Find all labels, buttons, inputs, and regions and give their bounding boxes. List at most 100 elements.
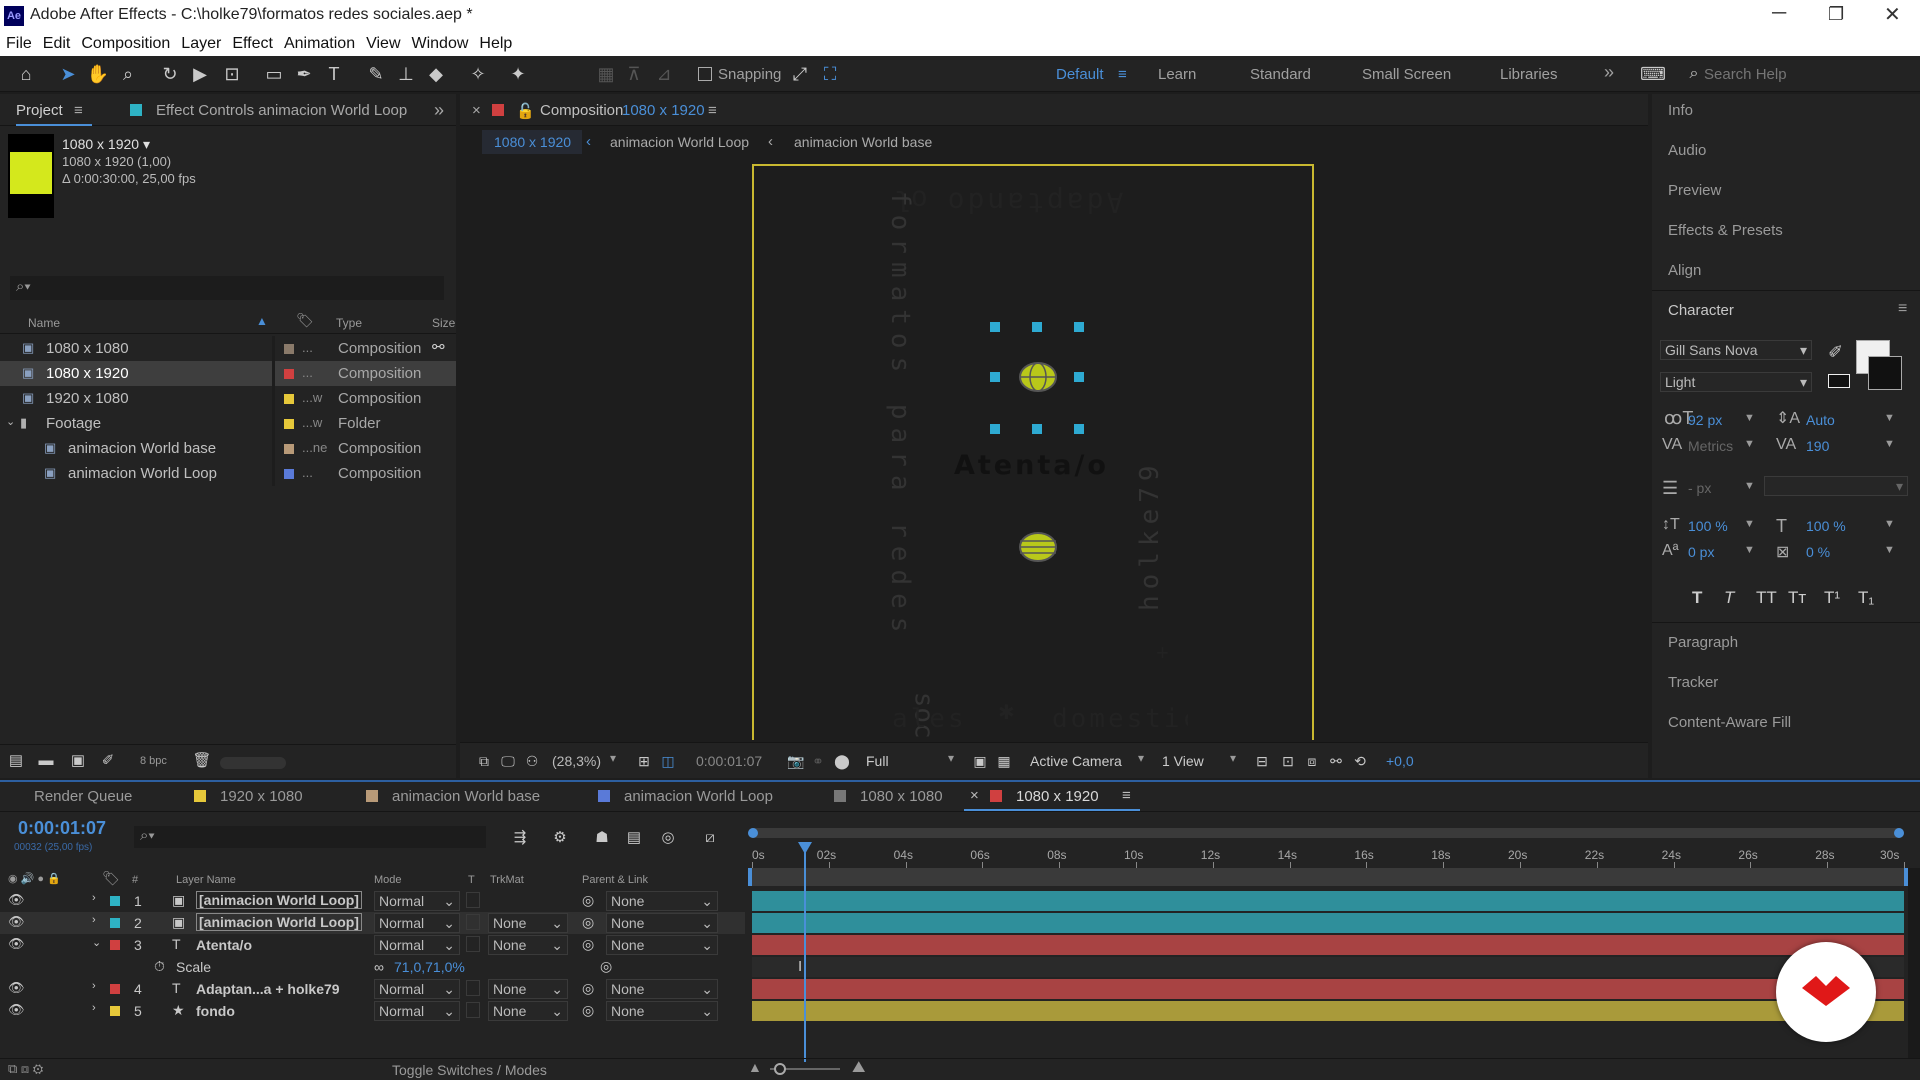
delete-icon[interactable]: 🗑	[190, 749, 214, 773]
layer-label-color[interactable]	[110, 984, 120, 994]
menu-layer[interactable]: Layer	[175, 32, 226, 53]
snapshot-icon[interactable]: 📷	[784, 749, 808, 773]
stopwatch-icon[interactable]: ⏱	[154, 958, 165, 975]
chevron-down-icon-2[interactable]: ▾	[948, 751, 954, 765]
panel-effects-presets[interactable]: Effects & Presets	[1668, 222, 1783, 239]
preserve-transparency-toggle[interactable]	[466, 1002, 480, 1018]
expand-layer-icon[interactable]: ›	[92, 980, 96, 992]
layer-search-input[interactable]: ⌕▾	[134, 826, 486, 848]
layer-label-color[interactable]	[110, 940, 120, 950]
visibility-eye-icon[interactable]: 👁	[8, 892, 25, 908]
kerning-value[interactable]: Metrics	[1688, 438, 1733, 454]
pick-whip-icon[interactable]: ◎	[582, 914, 594, 931]
selection-tool-icon[interactable]: ➤	[56, 62, 80, 86]
project-panel-menu-icon[interactable]: ≡	[74, 102, 83, 119]
chevron-down-icon[interactable]: ▼	[1884, 544, 1895, 556]
home-icon[interactable]: ⌂	[14, 62, 38, 86]
panel-align[interactable]: Align	[1668, 262, 1701, 279]
camera-dropdown[interactable]: Active Camera	[1030, 753, 1122, 769]
layer-duration-bar[interactable]	[752, 913, 1904, 933]
monitor-icon[interactable]: 🖵	[496, 749, 520, 773]
camera-tool-icon[interactable]: ▶	[188, 62, 212, 86]
flowchart-icon[interactable]: ⚯	[432, 338, 445, 356]
zoom-in-icon[interactable]: ⛰	[852, 1059, 865, 1077]
expand-layer-icon[interactable]: ›	[92, 892, 96, 904]
font-size-value[interactable]: 92 px	[1688, 412, 1722, 428]
parent-dropdown[interactable]: None ⌄	[606, 891, 718, 911]
layer-duration-bar[interactable]	[752, 891, 1904, 911]
scale-value[interactable]: 71,0,71,0%	[394, 959, 465, 975]
panel-audio[interactable]: Audio	[1668, 142, 1706, 159]
pick-whip-icon[interactable]: ◎	[582, 936, 594, 953]
transparency-grid-icon[interactable]: ▦	[992, 749, 1016, 773]
timeline-tab[interactable]: animacion World Loop	[624, 788, 773, 805]
layer-name[interactable]: [animacion World Loop]	[196, 913, 362, 931]
expand-layer-icon[interactable]: ›	[92, 914, 96, 926]
panel-info[interactable]: Info	[1668, 102, 1693, 119]
snap-icon[interactable]: ⤢	[788, 62, 812, 86]
project-item[interactable]: ▮ ⌄ Footage ...w Folder	[0, 411, 456, 436]
pick-whip-icon[interactable]: ◎	[582, 980, 594, 997]
layer-duration-bar[interactable]	[752, 1001, 1904, 1021]
chevron-down-icon[interactable]: ▼	[1884, 438, 1895, 450]
trkmat-dropdown[interactable]: None ⌄	[488, 913, 568, 933]
eraser-tool-icon[interactable]: ◆	[424, 62, 448, 86]
motion-blur-icon[interactable]: ◎	[656, 826, 680, 850]
chevron-down-icon[interactable]: ▼	[1744, 412, 1755, 424]
tab-effect-controls[interactable]: Effect Controls animacion World Loop	[156, 102, 407, 119]
pan-behind-tool-icon[interactable]: ⊡	[220, 62, 244, 86]
layer-duration-bar[interactable]	[752, 979, 1904, 999]
chevron-down-icon[interactable]: ▾	[610, 751, 616, 765]
close-button[interactable]: ✕	[1884, 2, 1901, 27]
mode-dropdown[interactable]: Normal ⌄	[374, 1001, 460, 1021]
draft-3d-icon[interactable]: ⚙	[548, 826, 572, 850]
fast-previews-icon[interactable]: ⊡	[1276, 749, 1300, 773]
project-search-input[interactable]: ⌕▾	[10, 276, 444, 300]
grid-icon[interactable]: ⊞	[632, 749, 656, 773]
project-item[interactable]: ▣ 1080 x 1920... Composition	[0, 361, 456, 386]
project-item[interactable]: ▣ animacion World base ...ne Composition	[0, 436, 456, 461]
visibility-eye-icon[interactable]: 👁	[8, 914, 25, 930]
menu-animation[interactable]: Animation	[278, 32, 360, 53]
menu-composition[interactable]: Composition	[75, 32, 175, 53]
workspace-libraries[interactable]: Libraries	[1500, 66, 1558, 83]
eyedropper-icon[interactable]: ✐	[1828, 342, 1843, 363]
label-column-icon[interactable]: 🏷	[296, 312, 314, 329]
visibility-eye-icon[interactable]: 👁	[8, 1002, 25, 1018]
tab-composition-name[interactable]: 1080 x 1920	[622, 102, 705, 119]
snap-target-icon[interactable]: ⛶	[818, 62, 842, 86]
pick-whip-icon[interactable]: ◎	[582, 1002, 594, 1019]
timeline-tab[interactable]: Render Queue	[34, 788, 132, 805]
comp-mini-flowchart-icon[interactable]: ⇶	[508, 826, 532, 850]
project-item[interactable]: ▣ animacion World Loop... Composition	[0, 461, 456, 486]
menu-file[interactable]: File	[0, 32, 37, 53]
tab-composition-label[interactable]: Composition	[540, 102, 623, 119]
timeline-tab[interactable]: 1080 x 1920	[1016, 788, 1099, 805]
layer-row[interactable]: 👁 › 5 ★ fondo Normal ⌄ None ⌄ ◎ None ⌄	[0, 1000, 745, 1022]
menu-help[interactable]: Help	[473, 32, 517, 53]
black-swatch[interactable]	[1828, 374, 1850, 388]
layer-name[interactable]: fondo	[196, 1003, 235, 1019]
column-name[interactable]: Name	[28, 316, 60, 330]
toggle-pixel-aspect-icon[interactable]: ⊟	[1250, 749, 1274, 773]
timeline-icon[interactable]: ⧈	[1300, 749, 1324, 773]
shy-layers-icon[interactable]: ☗	[590, 826, 614, 850]
lock-icon[interactable]: 🔓	[516, 102, 535, 120]
mode-dropdown[interactable]: Normal ⌄	[374, 935, 460, 955]
graph-editor-icon[interactable]: ⧄	[698, 826, 722, 850]
panel-content-aware-fill[interactable]: Content-Aware Fill	[1668, 714, 1791, 731]
pen-tool-icon[interactable]: ✒	[292, 62, 316, 86]
work-area-range[interactable]	[748, 868, 1908, 886]
rotate-tool-icon[interactable]: ↻	[158, 62, 182, 86]
time-ruler[interactable]: 0s 02s 04s 06s 08s 10s 12s 14s 16s 18s 20s 22s 24s 26…	[752, 842, 1905, 868]
font-family-dropdown[interactable]: Gill Sans Nova ▾	[1660, 340, 1812, 360]
character-menu-icon[interactable]: ≡	[1898, 300, 1907, 318]
all-caps-button[interactable]: TT	[1756, 588, 1777, 608]
preserve-transparency-toggle[interactable]	[466, 914, 480, 930]
stroke-width-value[interactable]: - px	[1688, 480, 1711, 496]
panel-character-title[interactable]: Character	[1668, 302, 1734, 319]
scale-property-row[interactable]: ⏱ Scale ∞ 71,0,71,0% ◎	[0, 956, 745, 978]
menu-view[interactable]: View	[360, 32, 405, 53]
column-type[interactable]: Type	[336, 316, 362, 330]
chevron-down-icon[interactable]: ▼	[1744, 438, 1755, 450]
